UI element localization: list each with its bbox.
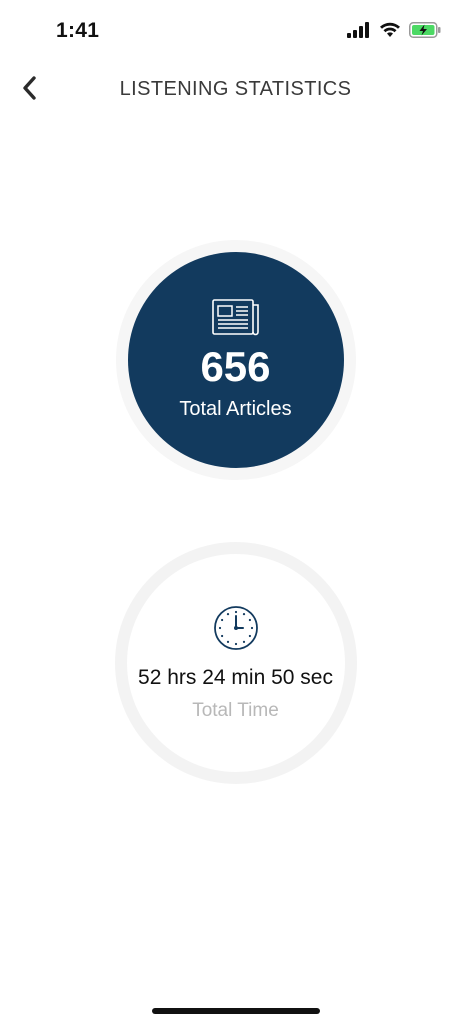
listening-statistics-screen: 1:41 LISTENING STATISTICS 656 Total Arti…	[0, 0, 471, 1024]
signal-icon	[347, 22, 371, 43]
home-indicator[interactable]	[151, 1008, 320, 1014]
battery-charging-icon	[409, 22, 441, 43]
total-time-value: 52 hrs 24 min 50 sec	[138, 665, 333, 689]
articles-stat-ring: 656 Total Articles	[115, 240, 356, 480]
time-stat-ring: 52 hrs 24 min 50 sec Total Time	[114, 542, 357, 784]
page-title: LISTENING STATISTICS	[119, 78, 352, 100]
articles-stat-circle: 656 Total Articles	[127, 252, 344, 468]
header: LISTENING STATISTICS	[0, 66, 471, 114]
total-time-label: Total Time	[192, 699, 279, 721]
newspaper-icon	[211, 299, 260, 342]
clock-icon	[213, 605, 259, 656]
wifi-icon	[379, 22, 401, 43]
status-bar: 1:41	[0, 0, 471, 60]
status-icons	[347, 22, 441, 43]
status-time: 1:41	[56, 19, 100, 42]
time-stat-circle: 52 hrs 24 min 50 sec Total Time	[126, 554, 345, 772]
total-articles-count: 656	[200, 343, 271, 390]
total-articles-label: Total Articles	[179, 398, 292, 420]
